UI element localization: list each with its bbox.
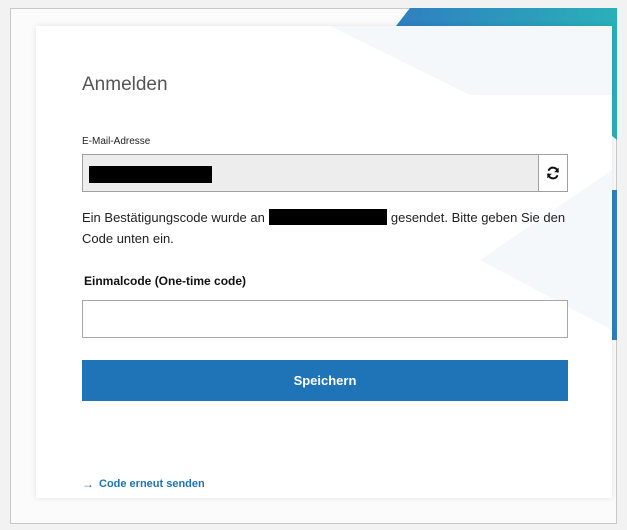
otp-input[interactable] xyxy=(82,300,568,338)
page-title: Anmelden xyxy=(82,74,168,95)
refresh-icon xyxy=(547,166,559,180)
redacted-email-inline xyxy=(268,209,387,225)
save-button[interactable]: Speichern xyxy=(82,360,568,401)
email-field-row xyxy=(82,154,568,192)
email-label: E-Mail-Adresse xyxy=(82,136,151,147)
email-field xyxy=(82,154,538,192)
otp-label: Einmalcode (One-time code) xyxy=(84,274,247,288)
code-sent-message: Ein Bestätigungscode wurde an gesendet. B… xyxy=(82,207,582,249)
redacted-email xyxy=(89,166,212,183)
info-text-before: Ein Bestätigungscode wurde an xyxy=(82,210,265,225)
arrow-right-icon: → xyxy=(82,477,94,491)
form-container: Anmelden E-Mail-Adresse Ein Bestätigungs… xyxy=(36,26,612,498)
resend-code-link[interactable]: → Code erneut senden xyxy=(82,477,205,491)
resend-code-label: Code erneut senden xyxy=(99,478,205,490)
page-background: Anmelden E-Mail-Adresse Ein Bestätigungs… xyxy=(0,0,627,530)
change-email-button[interactable] xyxy=(538,154,568,192)
